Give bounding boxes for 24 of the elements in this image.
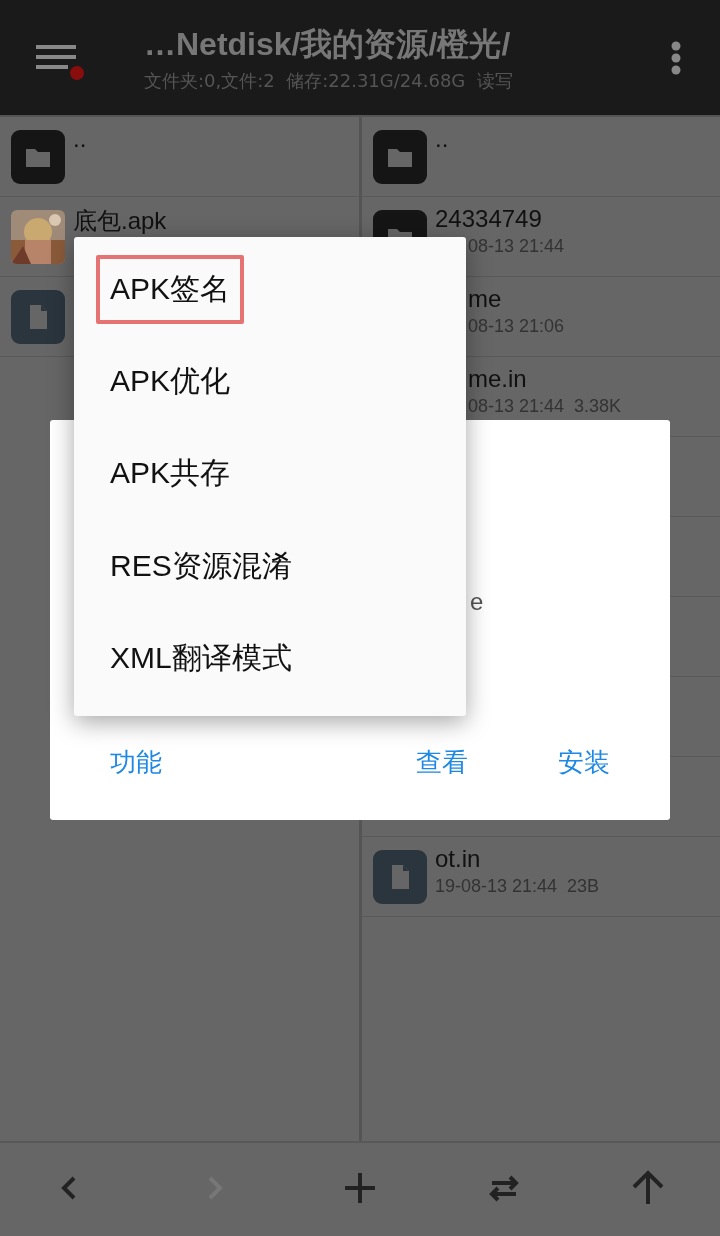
file-name[interactable]: me: [468, 285, 502, 313]
dialog-button[interactable]: 查看: [396, 741, 488, 784]
folder-icon: [373, 209, 427, 237]
menu-item[interactable]: APK签名: [96, 255, 245, 324]
file-name[interactable]: 底包.apk: [73, 205, 167, 237]
menu-item[interactable]: APK优化: [96, 347, 245, 417]
path-title: …Netdisk/我的资源/橙光/: [144, 24, 512, 64]
file-name[interactable]: 24334749: [435, 205, 542, 233]
document-icon: [373, 849, 427, 904]
menu-item[interactable]: APK共存: [96, 439, 245, 509]
file-name[interactable]: ..: [435, 125, 449, 153]
menu-item[interactable]: RES资源混淆: [96, 531, 306, 601]
dialog-text: e: [470, 588, 484, 616]
more-icon[interactable]: [670, 39, 682, 76]
folder-icon: [373, 129, 427, 184]
dialog-button[interactable]: 功能: [90, 741, 182, 784]
storage-info: 文件夹:0,文件:2 储存:22.31G/24.68G 读写: [144, 68, 514, 93]
menu-item[interactable]: XML翻译模式: [96, 623, 306, 693]
folder-icon: [11, 129, 65, 184]
file-name[interactable]: ot.in: [435, 845, 481, 873]
dialog-button[interactable]: 安装: [538, 741, 630, 784]
file-name[interactable]: ..: [73, 125, 87, 153]
file-name[interactable]: me.in: [468, 365, 527, 393]
document-icon: [11, 289, 65, 344]
